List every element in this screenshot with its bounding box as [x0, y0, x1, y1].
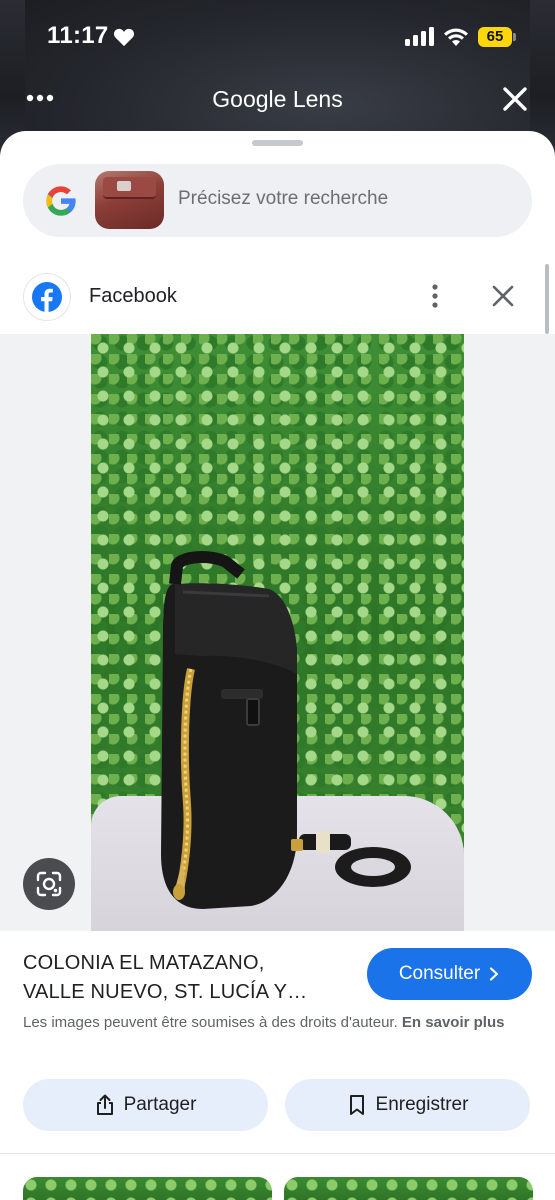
- wifi-icon: [444, 28, 468, 46]
- share-icon: [96, 1094, 113, 1115]
- result-image[interactable]: [91, 334, 464, 931]
- query-image-thumbnail[interactable]: [95, 171, 164, 229]
- related-result-thumbnail[interactable]: [284, 1177, 533, 1200]
- lens-title: Google Lens: [212, 86, 343, 112]
- result-title-line2: VALLE NUEVO, ST. LUCÍA Y…: [23, 981, 308, 1003]
- lens-search-button[interactable]: [23, 858, 75, 910]
- black-bag-photo: [161, 551, 411, 909]
- results-sheet: Précisez votre recherche Facebook COLONI…: [0, 131, 555, 1200]
- consult-button-label: Consulter: [398, 963, 481, 984]
- learn-more-link[interactable]: En savoir plus: [402, 1014, 505, 1031]
- lens-icon: [36, 871, 62, 897]
- consult-button[interactable]: Consulter: [367, 948, 532, 1000]
- kebab-menu-icon[interactable]: [425, 282, 445, 310]
- signal-icon: [405, 27, 434, 46]
- battery-level: 65: [478, 26, 512, 47]
- google-g-icon: [46, 186, 76, 216]
- battery-indicator: 65: [478, 26, 517, 47]
- copyright-notice: Les images peuvent être soumises à des d…: [23, 1011, 533, 1034]
- share-button-label: Partager: [123, 1094, 197, 1115]
- status-bar: 11:17 65: [0, 0, 555, 72]
- section-divider: [0, 1153, 555, 1154]
- result-image-area: [0, 334, 555, 931]
- battery-cap: [513, 32, 516, 41]
- result-title[interactable]: COLONIA EL MATAZANO, VALLE NUEVO, ST. LU…: [23, 949, 353, 1007]
- facebook-icon: [32, 282, 62, 312]
- bookmark-icon: [349, 1095, 364, 1115]
- chevron-right-icon: [490, 967, 499, 981]
- source-avatar: [23, 273, 71, 321]
- source-row: Facebook: [0, 269, 555, 331]
- save-button[interactable]: Enregistrer: [285, 1079, 530, 1131]
- share-button[interactable]: Partager: [23, 1079, 268, 1131]
- thumb-bag-tag: [117, 181, 131, 191]
- refine-search-box[interactable]: Précisez votre recherche: [23, 164, 532, 237]
- result-title-line1: COLONIA EL MATAZANO,: [23, 952, 265, 974]
- close-lens-icon[interactable]: [502, 86, 528, 112]
- source-name[interactable]: Facebook: [89, 285, 177, 308]
- close-result-icon[interactable]: [490, 283, 516, 309]
- copyright-text: Les images peuvent être soumises à des d…: [23, 1014, 398, 1031]
- save-button-label: Enregistrer: [375, 1094, 469, 1115]
- related-result-thumbnail[interactable]: [23, 1177, 272, 1200]
- heart-icon: [113, 28, 135, 47]
- search-placeholder: Précisez votre recherche: [178, 188, 389, 209]
- drag-handle[interactable]: [252, 140, 303, 146]
- scrollbar[interactable]: [545, 264, 549, 334]
- status-time: 11:17: [47, 22, 109, 49]
